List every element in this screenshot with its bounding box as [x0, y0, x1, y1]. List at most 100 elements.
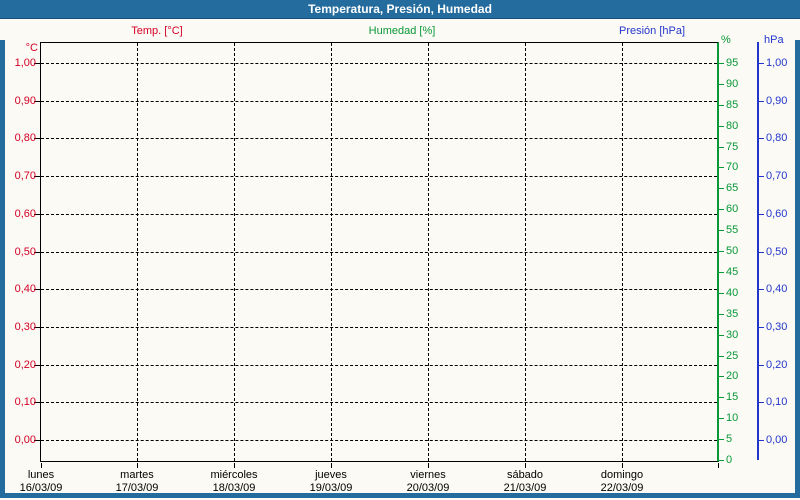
- window-title: Temperatura, Presión, Humedad: [308, 2, 492, 16]
- humidity-tick-label: 35: [726, 308, 738, 320]
- v-gridline: [428, 43, 429, 461]
- day-name: viernes: [407, 469, 450, 481]
- day-date: 17/03/09: [116, 482, 159, 494]
- day-tick: [41, 463, 42, 468]
- humidity-tick: [719, 439, 724, 440]
- temperature-tick-label: 0,20: [0, 359, 36, 371]
- day-date: 21/03/09: [504, 482, 547, 494]
- temperature-tick-label: 0,70: [0, 170, 36, 182]
- humidity-tick: [719, 84, 724, 85]
- day-tick: [622, 463, 623, 468]
- h-gridline: [41, 214, 717, 215]
- temperature-axis-unit: °C: [0, 42, 38, 54]
- day-tick: [428, 463, 429, 468]
- h-gridline: [41, 402, 717, 403]
- h-gridline: [41, 289, 717, 290]
- humidity-tick: [719, 126, 724, 127]
- pressure-tick-label: 0,80: [766, 132, 787, 144]
- humidity-tick-label: 5: [726, 433, 732, 445]
- temperature-tick-label: 0,90: [0, 95, 36, 107]
- humidity-tick: [719, 335, 724, 336]
- day-date: 18/03/09: [210, 482, 257, 494]
- window-titlebar[interactable]: Temperatura, Presión, Humedad: [0, 0, 800, 19]
- day-label: viernes20/03/09: [407, 469, 450, 494]
- humidity-tick: [719, 230, 724, 231]
- day-name: domingo: [601, 469, 644, 481]
- pressure-tick: [759, 402, 764, 403]
- v-gridline: [622, 43, 623, 461]
- humidity-tick: [719, 356, 724, 357]
- pressure-tick: [759, 138, 764, 139]
- humidity-tick-label: 95: [726, 57, 738, 69]
- humidity-tick-label: 20: [726, 370, 738, 382]
- humidity-tick: [719, 167, 724, 168]
- pressure-axis-line: [757, 42, 759, 460]
- humidity-tick: [719, 272, 724, 273]
- h-gridline: [41, 252, 717, 253]
- app-window: Temperatura, Presión, Humedad Temp. [°C]…: [0, 0, 800, 500]
- day-date: 19/03/09: [310, 482, 353, 494]
- pressure-tick-label: 0,40: [766, 283, 787, 295]
- h-gridline: [41, 138, 717, 139]
- humidity-tick: [719, 376, 724, 377]
- humidity-tick: [719, 397, 724, 398]
- humidity-tick-label: 30: [726, 329, 738, 341]
- pressure-tick-label: 0,10: [766, 396, 787, 408]
- h-gridline: [41, 176, 717, 177]
- h-gridline: [41, 63, 717, 64]
- temperature-tick-label: 0,60: [0, 208, 36, 220]
- temperature-tick-label: 0,30: [0, 321, 36, 333]
- humidity-tick-label: 10: [726, 412, 738, 424]
- pressure-tick-label: 0,60: [766, 208, 787, 220]
- pressure-tick-label: 0,00: [766, 434, 787, 446]
- v-gridline: [331, 43, 332, 461]
- h-gridline: [41, 440, 717, 441]
- humidity-tick-label: 0: [726, 454, 732, 466]
- humidity-tick-label: 50: [726, 245, 738, 257]
- pressure-tick-label: 0,70: [766, 170, 787, 182]
- day-name: jueves: [310, 469, 353, 481]
- humidity-tick-label: 60: [726, 203, 738, 215]
- day-name: martes: [116, 469, 159, 481]
- pressure-tick-label: 1,00: [766, 57, 787, 69]
- humidity-tick-label: 25: [726, 350, 738, 362]
- day-label: jueves19/03/09: [310, 469, 353, 494]
- day-label: miércoles18/03/09: [210, 469, 257, 494]
- day-tick: [234, 463, 235, 468]
- humidity-tick: [719, 188, 724, 189]
- h-gridline: [41, 101, 717, 102]
- humidity-tick-label: 40: [726, 287, 738, 299]
- pressure-tick: [759, 440, 764, 441]
- v-gridline: [234, 43, 235, 461]
- humidity-tick: [719, 418, 724, 419]
- humidity-tick: [719, 293, 724, 294]
- day-label: domingo22/03/09: [601, 469, 644, 494]
- pressure-tick-label: 0,90: [766, 95, 787, 107]
- humidity-tick: [719, 314, 724, 315]
- temperature-tick-label: 0,80: [0, 132, 36, 144]
- day-date: 16/03/09: [20, 482, 63, 494]
- day-name: lunes: [20, 469, 63, 481]
- humidity-tick-label: 90: [726, 78, 738, 90]
- day-label: sábado21/03/09: [504, 469, 547, 494]
- legend-humidity: Humedad [%]: [369, 25, 436, 37]
- humidity-axis-unit: %: [721, 34, 731, 46]
- pressure-tick: [759, 176, 764, 177]
- h-gridline: [41, 327, 717, 328]
- day-name: miércoles: [210, 469, 257, 481]
- humidity-tick-label: 85: [726, 99, 738, 111]
- day-date: 22/03/09: [601, 482, 644, 494]
- pressure-tick: [759, 63, 764, 64]
- day-tick: [331, 463, 332, 468]
- humidity-tick-label: 80: [726, 120, 738, 132]
- v-gridline: [137, 43, 138, 461]
- humidity-tick-label: 70: [726, 161, 738, 173]
- temperature-tick-label: 1,00: [0, 57, 36, 69]
- day-label: martes17/03/09: [116, 469, 159, 494]
- humidity-tick: [719, 460, 724, 461]
- pressure-tick: [759, 252, 764, 253]
- v-gridline: [525, 43, 526, 461]
- pressure-axis-unit: hPa: [764, 34, 784, 46]
- humidity-tick-label: 65: [726, 182, 738, 194]
- temperature-tick-label: 0,00: [0, 434, 36, 446]
